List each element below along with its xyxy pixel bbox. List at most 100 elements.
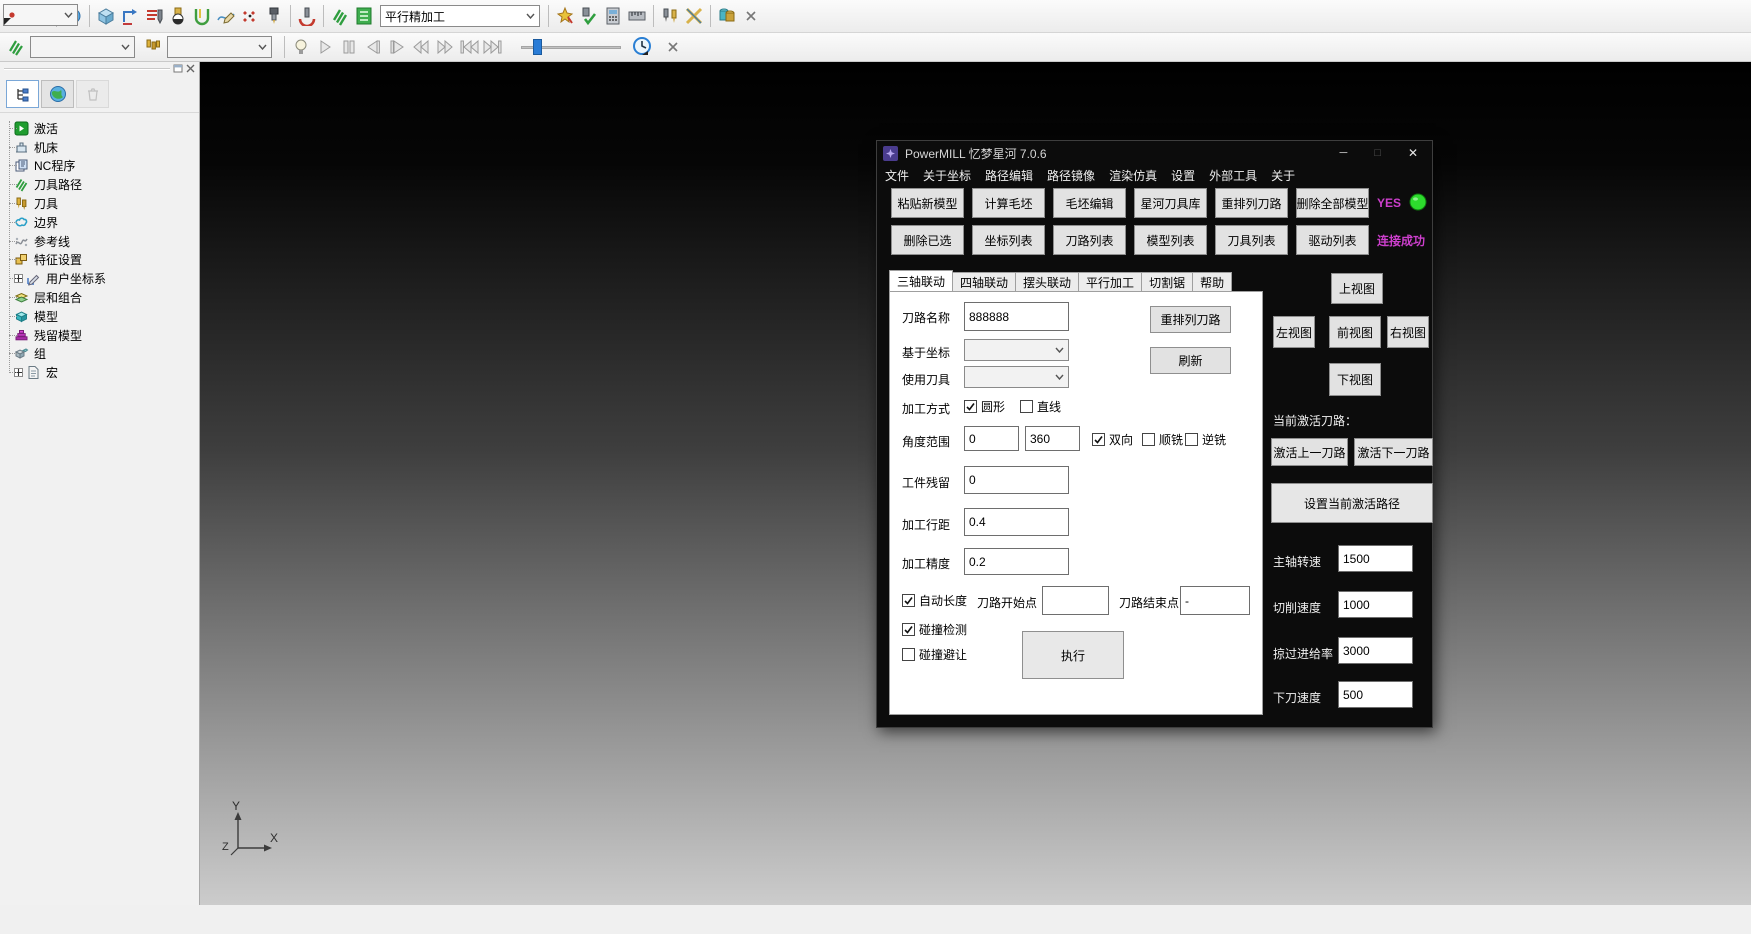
tool-holder-icon[interactable]: [262, 4, 286, 28]
collision-check-checkbox[interactable]: [902, 623, 915, 636]
web-tab-button[interactable]: [41, 80, 74, 108]
close-toolbar-icon[interactable]: [739, 4, 763, 28]
panel-grip[interactable]: [4, 68, 170, 70]
tab-3axis[interactable]: 三轴联动: [889, 270, 953, 292]
rewind-icon[interactable]: [409, 35, 433, 59]
step-back-icon[interactable]: [361, 35, 385, 59]
status-combo[interactable]: [3, 4, 78, 26]
delete-all-models-button[interactable]: 删除全部模型: [1296, 188, 1369, 218]
toolpath-combo[interactable]: [30, 36, 135, 58]
dialog-titlebar[interactable]: PowerMILL 忆梦星河 7.0.6 ─ □ ✕: [877, 141, 1432, 165]
play-icon[interactable]: [313, 35, 337, 59]
toolpath-draft-icon[interactable]: [118, 4, 142, 28]
tree-item-model[interactable]: 模型: [0, 307, 199, 326]
tab-help[interactable]: 帮助: [1193, 272, 1232, 292]
rearrange-toolpaths-button[interactable]: 重排列刀路: [1215, 188, 1288, 218]
toolpath-coil-icon[interactable]: [328, 4, 352, 28]
tree-item-levels[interactable]: 层和组合: [0, 288, 199, 307]
angle-end-input[interactable]: [1025, 426, 1080, 451]
tab-parallel[interactable]: 平行加工: [1079, 272, 1142, 292]
mode-circle-checkbox[interactable]: [964, 400, 977, 413]
start-point-input[interactable]: [1042, 586, 1109, 615]
panel-close-icon[interactable]: [186, 62, 195, 76]
close-button[interactable]: ✕: [1408, 146, 1418, 160]
auto-length-checkbox[interactable]: [902, 594, 915, 607]
stock-allowance-input[interactable]: [964, 466, 1069, 494]
tree-item-nc-program[interactable]: NC程序: [0, 157, 199, 176]
menu-settings[interactable]: 设置: [1171, 167, 1195, 184]
toolpath-name-input[interactable]: [964, 302, 1069, 331]
explorer-tab-button[interactable]: [6, 80, 39, 108]
light-bulb-icon[interactable]: [289, 35, 313, 59]
bidirectional-checkbox[interactable]: [1092, 433, 1105, 446]
tree-item-activate[interactable]: 激活: [0, 119, 199, 138]
nc-program-icon[interactable]: [142, 4, 166, 28]
execute-button[interactable]: 执行: [1022, 631, 1124, 679]
tree-item-workplane[interactable]: 用户坐标系: [0, 269, 199, 288]
cross-tools-icon[interactable]: [682, 4, 706, 28]
refresh-button[interactable]: 刷新: [1150, 347, 1231, 374]
go-start-icon[interactable]: [457, 35, 481, 59]
front-view-button[interactable]: 前视图: [1329, 316, 1381, 348]
cutting-feed-input[interactable]: [1338, 591, 1413, 618]
tool-list-button[interactable]: 刀具列表: [1215, 225, 1288, 255]
compute-stock-button[interactable]: 计算毛坯: [972, 188, 1045, 218]
menu-external-tools[interactable]: 外部工具: [1209, 167, 1257, 184]
verify-check-icon[interactable]: [577, 4, 601, 28]
tree-item-feature-set[interactable]: 特征设置: [0, 251, 199, 270]
tree-item-toolpaths[interactable]: 刀具路径: [0, 175, 199, 194]
arc-tool-icon[interactable]: [295, 4, 319, 28]
collision-avoid-checkbox[interactable]: [902, 648, 915, 661]
menu-about[interactable]: 关于: [1271, 167, 1295, 184]
tab-4axis[interactable]: 四轴联动: [953, 272, 1016, 292]
measure-ruler-icon[interactable]: [625, 4, 649, 28]
ball-tool-icon[interactable]: [166, 4, 190, 28]
go-end-icon[interactable]: [481, 35, 505, 59]
based-coord-select[interactable]: [964, 339, 1069, 361]
recycle-bin-tab-button[interactable]: [76, 80, 109, 108]
tree-item-machine-tool[interactable]: 机床: [0, 138, 199, 157]
panel-float-icon[interactable]: [173, 62, 183, 76]
tree-item-tools[interactable]: 刀具: [0, 194, 199, 213]
u-toolpath-icon[interactable]: [190, 4, 214, 28]
tree-item-pattern[interactable]: 参考线: [0, 232, 199, 251]
paste-new-model-button[interactable]: 粘贴新模型: [891, 188, 964, 218]
tool-pair-icon[interactable]: [658, 4, 682, 28]
toolpath-list-button[interactable]: 刀路列表: [1053, 225, 1126, 255]
right-view-button[interactable]: 右视图: [1387, 316, 1429, 348]
top-view-button[interactable]: 上视图: [1331, 273, 1383, 304]
tab-swivel-head[interactable]: 摆头联动: [1016, 272, 1079, 292]
strategy-list-icon[interactable]: [352, 4, 376, 28]
menu-render-sim[interactable]: 渲染仿真: [1109, 167, 1157, 184]
tree-item-boundary[interactable]: 边界: [0, 213, 199, 232]
tab-cutting-saw[interactable]: 切割锯: [1142, 272, 1193, 292]
close-sim-toolbar-icon[interactable]: [661, 35, 685, 59]
use-tool-select[interactable]: [964, 366, 1069, 388]
fast-forward-icon[interactable]: [433, 35, 457, 59]
speed-slider[interactable]: [521, 39, 621, 55]
tree-item-macro[interactable]: 宏: [0, 363, 199, 382]
menu-path-edit[interactable]: 路径编辑: [985, 167, 1033, 184]
tool-combo[interactable]: [167, 36, 272, 58]
skim-feed-input[interactable]: [1338, 637, 1413, 664]
menu-path-mirror[interactable]: 路径镜像: [1047, 167, 1095, 184]
clock-icon[interactable]: [631, 35, 655, 59]
coord-list-button[interactable]: 坐标列表: [972, 225, 1045, 255]
climb-checkbox[interactable]: [1142, 433, 1155, 446]
bottom-view-button[interactable]: 下视图: [1329, 363, 1381, 396]
left-view-button[interactable]: 左视图: [1273, 316, 1315, 348]
calculator-icon[interactable]: [601, 4, 625, 28]
minimize-button[interactable]: ─: [1339, 147, 1347, 159]
spindle-speed-input[interactable]: [1338, 545, 1413, 572]
pause-icon[interactable]: [337, 35, 361, 59]
activate-prev-toolpath-button[interactable]: 激活上一刀路: [1271, 438, 1348, 466]
tool-star-icon[interactable]: [553, 4, 577, 28]
conventional-checkbox[interactable]: [1185, 433, 1198, 446]
xinghe-tool-library-button[interactable]: 星河刀具库: [1134, 188, 1207, 218]
maximize-button[interactable]: □: [1374, 147, 1381, 159]
end-point-input[interactable]: [1180, 586, 1250, 615]
activate-next-toolpath-button[interactable]: 激活下一刀路: [1354, 438, 1433, 466]
model-list-button[interactable]: 模型列表: [1134, 225, 1207, 255]
step-forward-icon[interactable]: [385, 35, 409, 59]
tree-item-group[interactable]: 组: [0, 345, 199, 364]
